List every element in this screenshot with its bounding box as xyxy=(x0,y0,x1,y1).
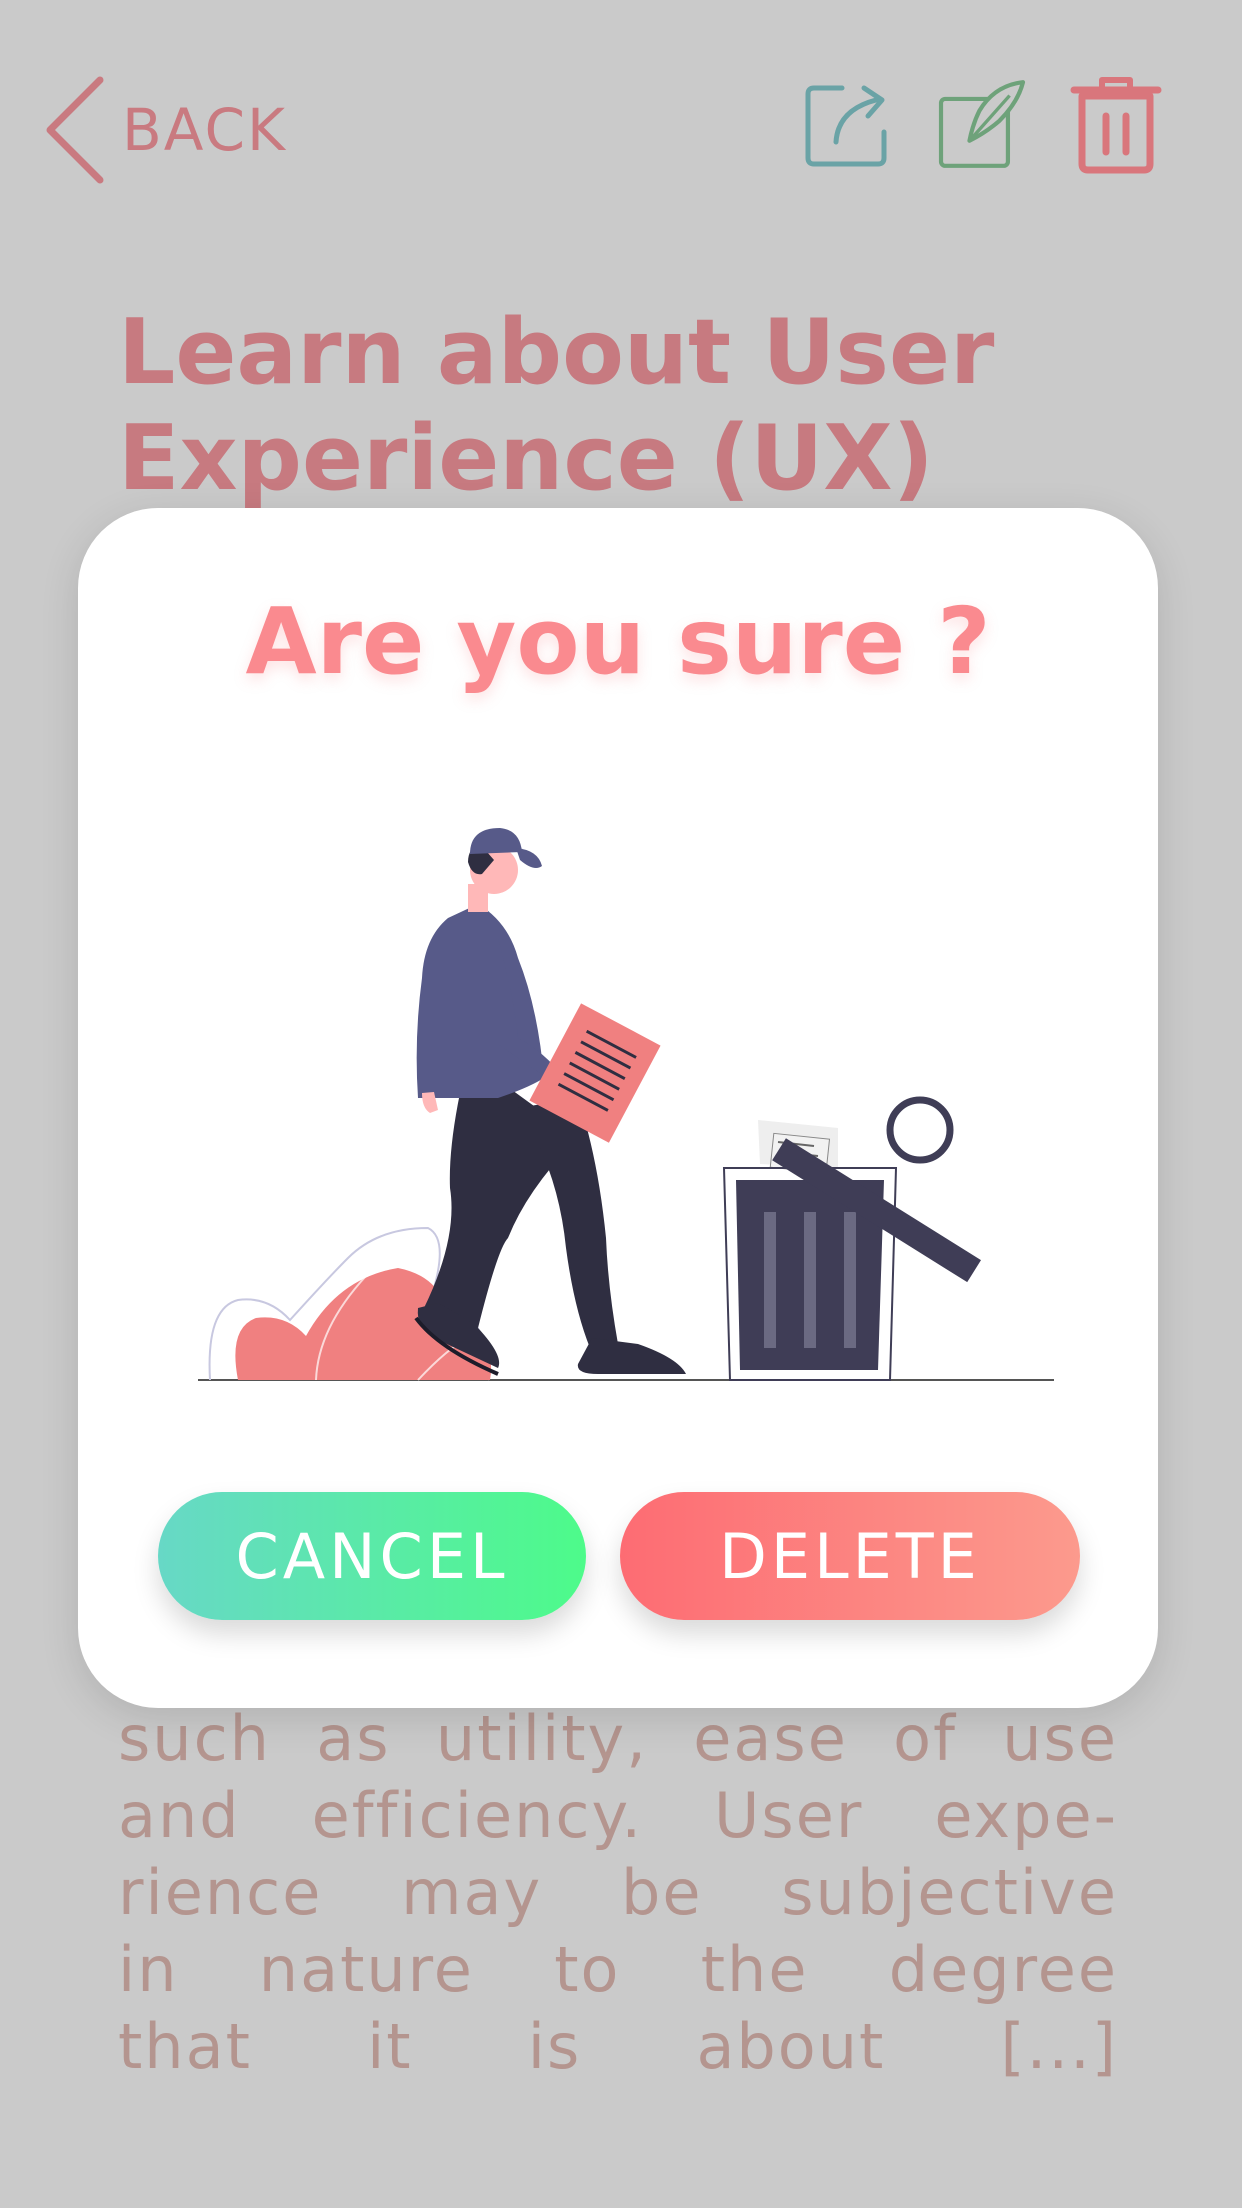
body-line: in nature to the degree xyxy=(118,1933,1118,2006)
delete-button[interactable]: DELETE xyxy=(620,1492,1080,1620)
edit-button[interactable] xyxy=(936,68,1028,180)
edit-note-icon xyxy=(938,80,1026,168)
trash-illustration xyxy=(198,828,1054,1381)
body-line: such as utility, ease of use xyxy=(118,1702,1118,1775)
chevron-left-icon xyxy=(46,76,104,184)
confirm-delete-dialog: Are you sure ? CANCEL DELETE xyxy=(78,508,1158,1708)
back-label: BACK xyxy=(122,96,287,164)
toolbar xyxy=(802,68,1162,180)
share-button[interactable] xyxy=(802,68,894,180)
page-title-line: Experience (UX) xyxy=(118,406,934,511)
body-line: that it is about [...] xyxy=(118,2010,1118,2083)
delete-toolbar-button[interactable] xyxy=(1070,68,1162,180)
cancel-button[interactable]: CANCEL xyxy=(158,1492,586,1620)
page-title-line: Learn about User xyxy=(118,300,995,405)
dialog-title: Are you sure ? xyxy=(245,588,991,695)
body-line: rience may be subjective xyxy=(118,1856,1118,1929)
body-line: and efficiency. User expe- xyxy=(118,1779,1118,1852)
article-body: such as utility, ease of use and efficie… xyxy=(118,1700,1118,2085)
share-icon xyxy=(805,85,887,167)
trash-icon xyxy=(1070,77,1162,174)
back-button[interactable]: BACK xyxy=(44,74,287,186)
page-title: Learn about User Experience (UX) xyxy=(118,300,1118,512)
